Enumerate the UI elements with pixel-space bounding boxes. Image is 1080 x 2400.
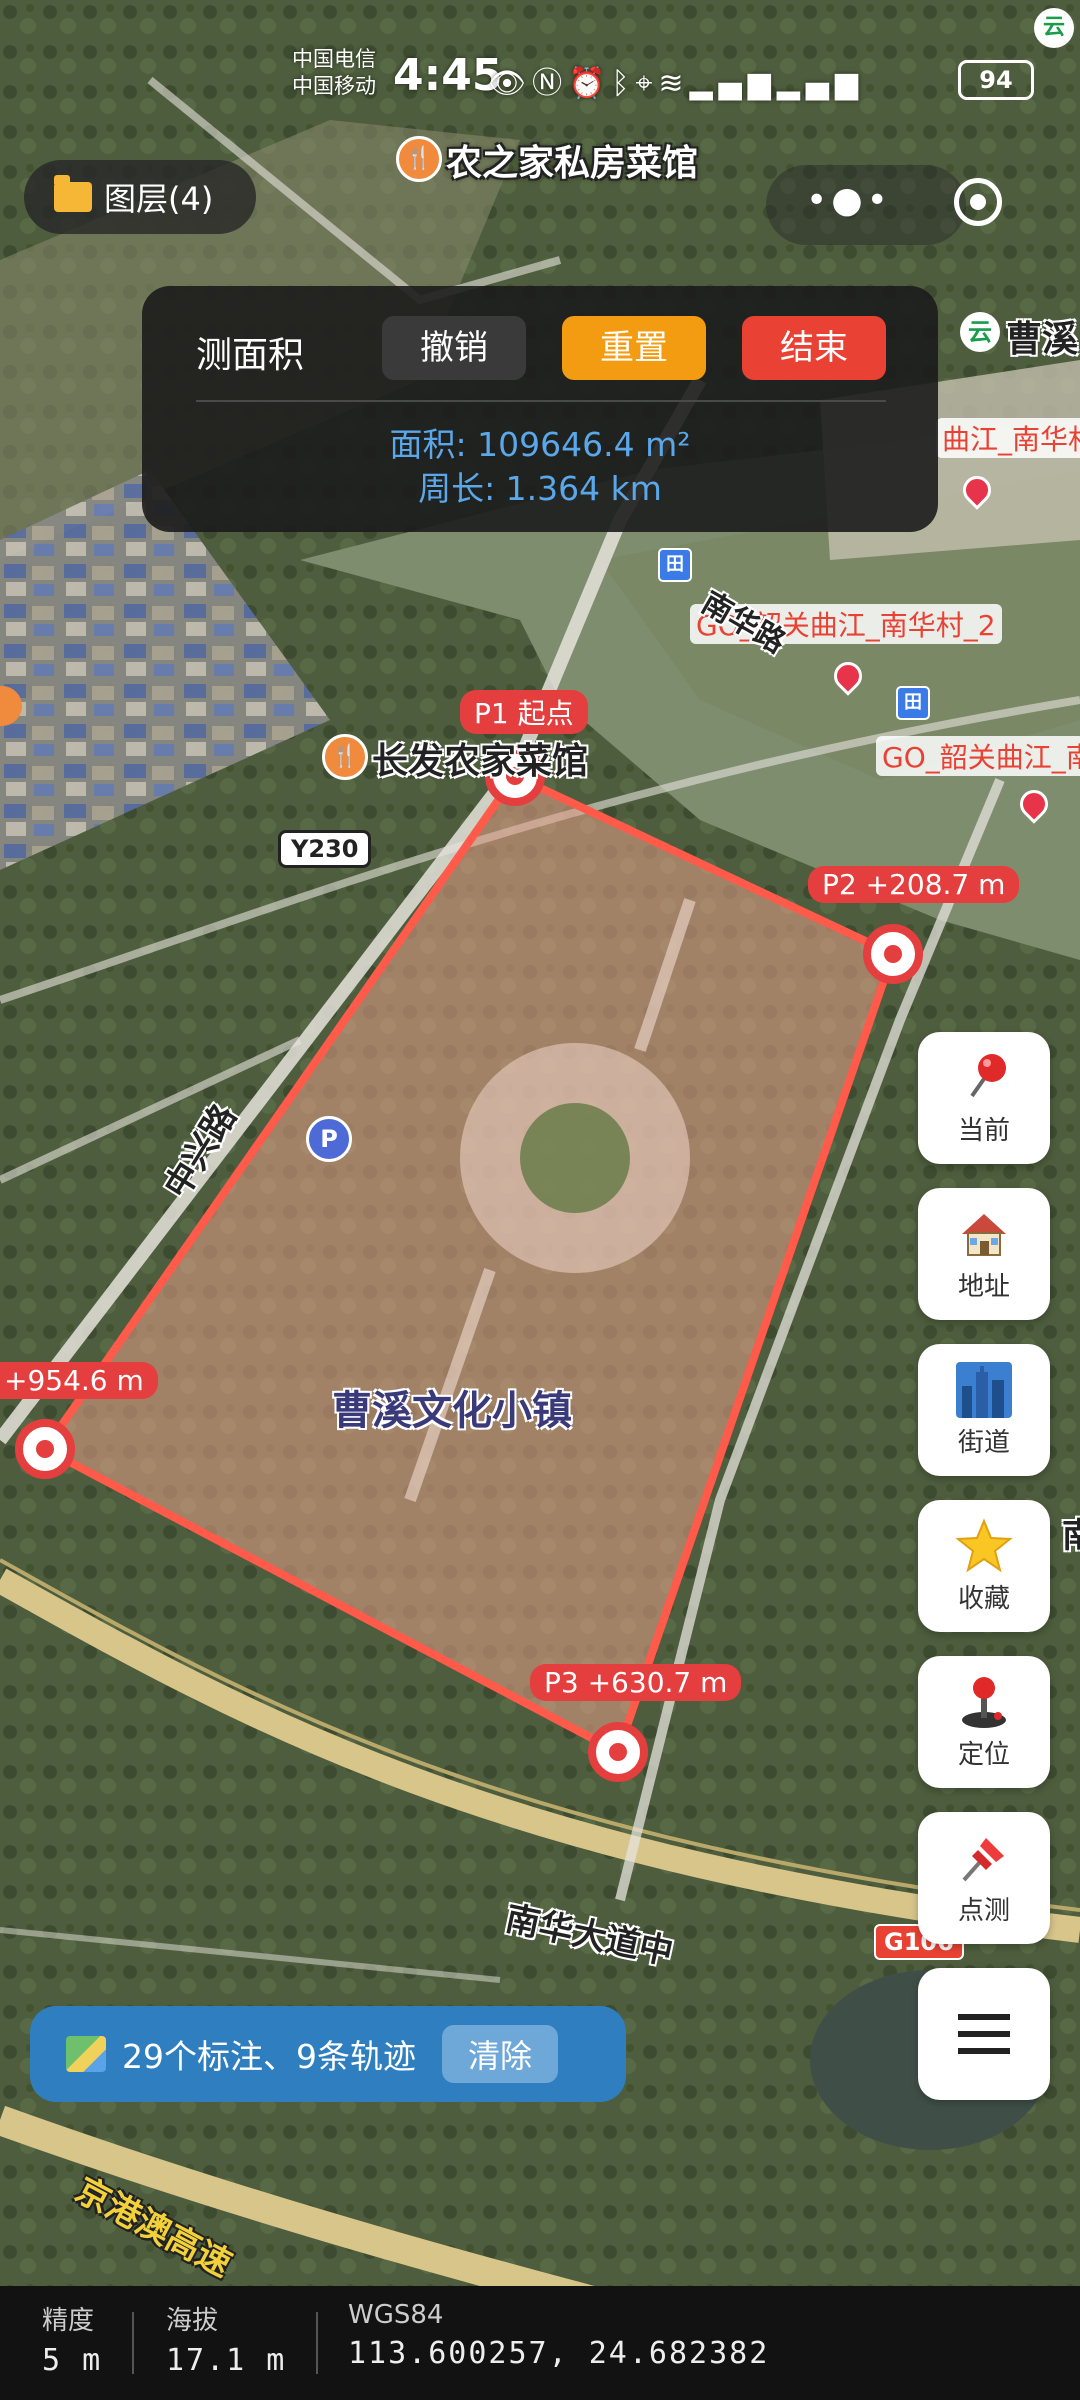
status-icons: 👁Ⓝ⏰ᛒ⌖≋▂▄▆▂▄▆ — [488, 58, 864, 102]
marker-label[interactable]: GO_韶关曲江_南 — [876, 736, 1080, 776]
side-button-label: 收藏 — [957, 1583, 1010, 1614]
annotation-summary-bar: 29个标注、9条轨迹 清除 — [30, 2006, 626, 2102]
restaurant-icon[interactable]: 🍴 — [322, 734, 368, 780]
side-button-label: 地址 — [957, 1271, 1010, 1302]
carrier-1: 中国电信 — [292, 47, 376, 71]
bluetooth-icon: ᛒ — [611, 66, 636, 101]
measure-panel-title: 测面积 — [196, 335, 305, 376]
accuracy-label: 精度 — [42, 2306, 95, 2336]
divider — [316, 2312, 318, 2374]
house-icon — [954, 1206, 1014, 1262]
bus-stop-icon[interactable]: 田 — [658, 548, 692, 582]
vertex-p3-marker[interactable] — [588, 1722, 648, 1782]
area-readout: 面积: 109646.4 m² — [389, 425, 691, 464]
vertex-p1-label: P1 起点 — [460, 690, 588, 734]
side-button-label: 点测 — [957, 1895, 1010, 1926]
carrier-labels: 中国电信 中国移动 — [292, 46, 376, 100]
perimeter-readout: 周长: 1.364 km — [418, 469, 662, 508]
city-icon — [954, 1361, 1014, 1418]
signal-4g-icon: ▂▄▆ — [776, 66, 864, 101]
cloud-sync-icon[interactable]: 云 — [1034, 8, 1074, 48]
road-shield-y230: Y230 — [278, 830, 372, 868]
nfc-icon: Ⓝ — [532, 66, 569, 101]
accuracy-block: 精度 5 m — [42, 2300, 102, 2378]
datum-label: WGS84 — [348, 2300, 444, 2330]
gps-info-bar: 精度 5 m 海拔 17.1 m WGS84 113.600257, 24.68… — [0, 2286, 1080, 2400]
poi-label[interactable]: 曹溪 — [1006, 310, 1078, 362]
coordinates-value: 113.600257, 24.682382 — [348, 2336, 770, 2371]
poi-label[interactable]: 长发农家菜馆 — [372, 732, 588, 784]
map-icon — [66, 2036, 106, 2072]
alarm-icon: ⏰ — [568, 66, 612, 101]
altitude-label: 海拔 — [166, 2306, 219, 2336]
menu-icon — [954, 2006, 1014, 2062]
side-button-label: 当前 — [957, 1115, 1010, 1146]
accuracy-value: 5 m — [42, 2343, 103, 2378]
location-icon: ⌖ — [635, 66, 659, 101]
address-button[interactable]: 地址 — [918, 1188, 1050, 1320]
parking-icon[interactable]: P — [306, 1116, 352, 1162]
altitude-value: 17.1 m — [166, 2343, 287, 2378]
vertex-p3-label: P3 +630.7 m — [530, 1664, 742, 1701]
close-miniapp-icon[interactable] — [954, 178, 1002, 226]
divider — [132, 2312, 134, 2374]
poi-icon[interactable]: 云 — [960, 312, 1000, 352]
reset-button[interactable]: 重置 — [562, 316, 706, 380]
marker-label[interactable]: 曲江_南华村 — [936, 418, 1080, 458]
current-location-button[interactable]: 当前 — [918, 1032, 1050, 1164]
poi-label[interactable]: 农之家私房菜馆 — [446, 134, 698, 186]
bus-stop-icon[interactable]: 田 — [896, 686, 930, 720]
street-view-button[interactable]: 街道 — [918, 1344, 1050, 1476]
locate-button[interactable]: 定位 — [918, 1656, 1050, 1788]
pin-icon — [954, 1050, 1014, 1106]
restaurant-icon[interactable]: 🍴 — [396, 136, 442, 182]
coordinates-block: WGS84 113.600257, 24.682382 — [348, 2300, 769, 2371]
battery-indicator: 94 — [958, 60, 1034, 100]
eye-icon: 👁 — [488, 66, 533, 101]
star-icon — [954, 1517, 1014, 1574]
end-button[interactable]: 结束 — [742, 316, 886, 380]
divider — [196, 400, 886, 402]
favorites-button[interactable]: 收藏 — [918, 1500, 1050, 1632]
area-name-label: 曹溪文化小镇 — [332, 1388, 572, 1434]
layers-button[interactable]: 图层(4) — [24, 160, 256, 234]
pushpin-icon — [954, 1830, 1014, 1886]
menu-button[interactable] — [918, 1968, 1050, 2100]
carrier-2: 中国移动 — [292, 74, 376, 98]
undo-button[interactable]: 撤销 — [382, 316, 526, 380]
summary-text: 29个标注、9条轨迹 — [122, 2037, 416, 2076]
vertex-p4-label: +954.6 m — [0, 1362, 158, 1399]
layers-button-label: 图层(4) — [104, 180, 214, 218]
more-options-icon[interactable]: •●• — [806, 180, 892, 221]
altitude-block: 海拔 17.1 m — [166, 2300, 286, 2378]
side-button-label: 定位 — [957, 1739, 1010, 1770]
vertex-p2-marker[interactable] — [863, 924, 923, 984]
joystick-icon — [954, 1674, 1014, 1730]
vertex-p2-label: P2 +208.7 m — [808, 866, 1020, 903]
vertex-p4-marker[interactable] — [15, 1419, 75, 1479]
wifi-icon: ≋ — [658, 66, 690, 101]
folder-icon — [54, 175, 92, 212]
side-button-label: 街道 — [957, 1427, 1010, 1458]
status-time: 4:45 — [393, 50, 503, 101]
road-label: 南 — [1062, 1516, 1080, 1556]
point-measure-button[interactable]: 点测 — [918, 1812, 1050, 1944]
signal-5g-icon: ▂▄▆ — [689, 66, 777, 101]
clear-button[interactable]: 清除 — [442, 2025, 559, 2083]
measure-area-panel: 测面积 撤销 重置 结束 面积: 109646.4 m² 周长: 1.364 k… — [142, 286, 938, 532]
